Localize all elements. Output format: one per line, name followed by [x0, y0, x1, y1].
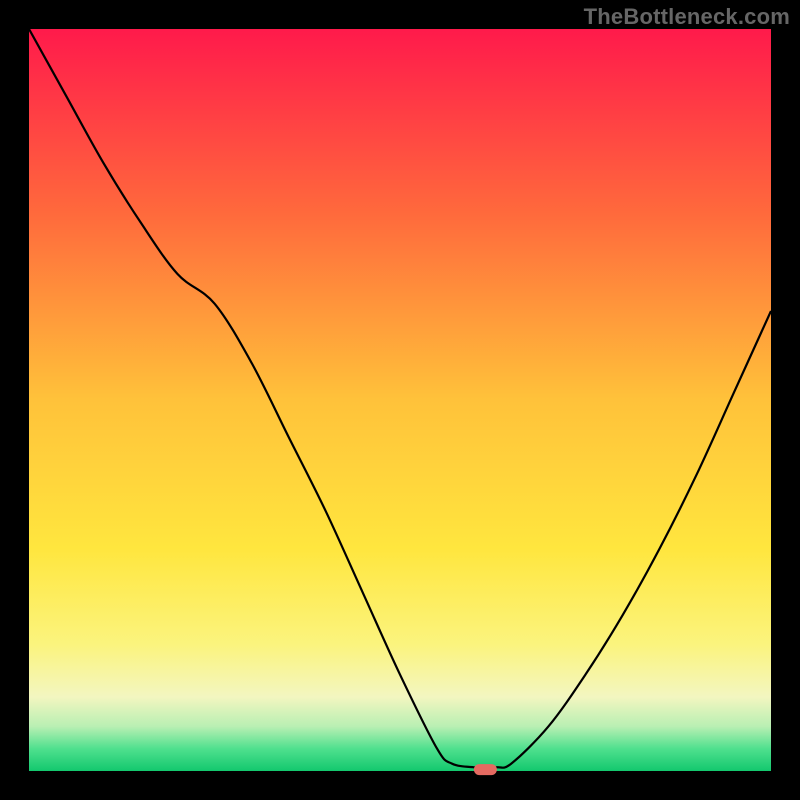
watermark-text: TheBottleneck.com: [584, 4, 790, 30]
bottleneck-plot: [29, 29, 771, 771]
optimal-marker: [474, 764, 496, 776]
gradient-rect: [29, 29, 771, 771]
chart-frame: TheBottleneck.com: [0, 0, 800, 800]
